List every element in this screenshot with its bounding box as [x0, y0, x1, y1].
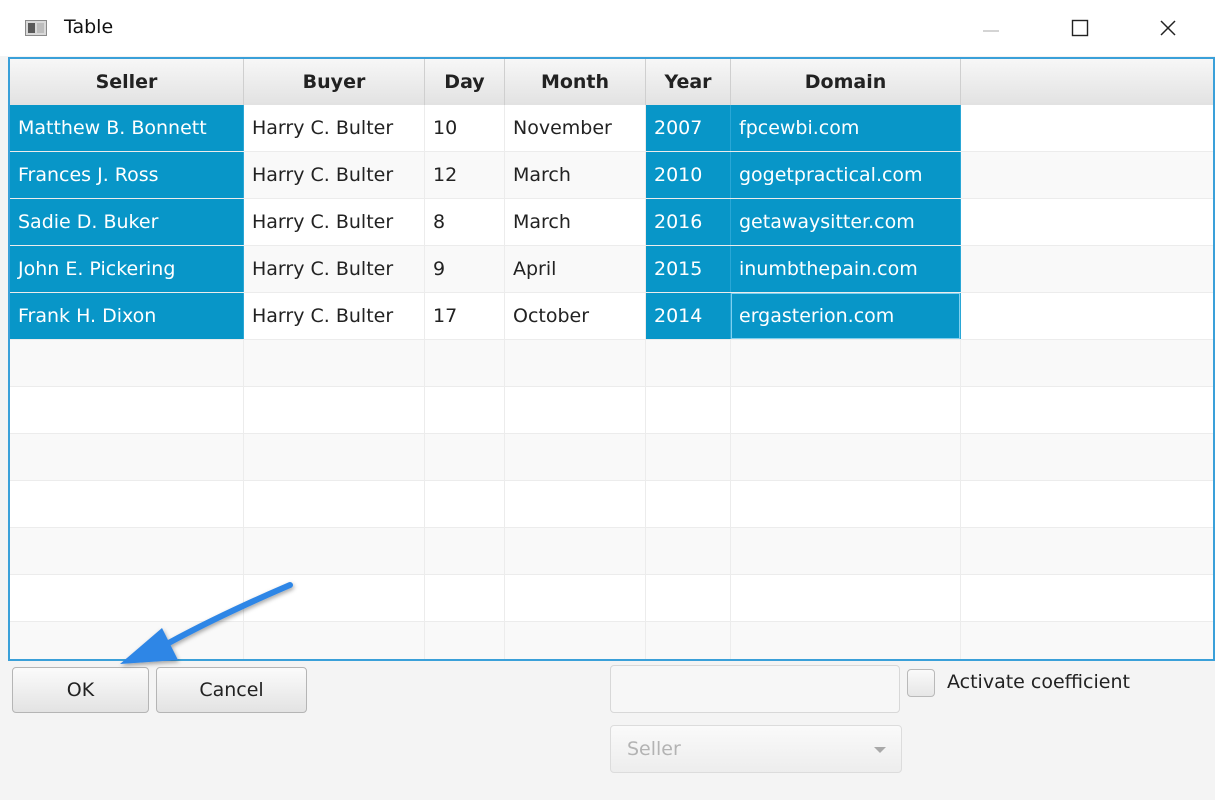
- cell-filler: [961, 105, 1213, 151]
- empty-row: [10, 575, 1213, 622]
- column-header-month[interactable]: Month: [505, 59, 646, 105]
- cell-domain[interactable]: inumbthepain.com: [731, 246, 961, 292]
- cell-month[interactable]: March: [505, 152, 646, 198]
- table-row[interactable]: Frank H. Dixon Harry C. Bulter 17 Octobe…: [10, 293, 1213, 340]
- cell-buyer[interactable]: Harry C. Bulter: [244, 246, 425, 292]
- coefficient-input[interactable]: [610, 665, 900, 713]
- cell-day[interactable]: 12: [425, 152, 505, 198]
- title-bar[interactable]: Table: [0, 0, 1215, 56]
- column-header-day[interactable]: Day: [425, 59, 505, 105]
- cell-month[interactable]: March: [505, 199, 646, 245]
- cell-domain-focused[interactable]: ergasterion.com: [731, 293, 961, 339]
- table-row[interactable]: Sadie D. Buker Harry C. Bulter 8 March 2…: [10, 199, 1213, 246]
- table-row[interactable]: Frances J. Ross Harry C. Bulter 12 March…: [10, 152, 1213, 199]
- column-select-value: Seller: [627, 738, 681, 760]
- cell-filler: [961, 199, 1213, 245]
- cell-domain[interactable]: gogetpractical.com: [731, 152, 961, 198]
- cell-year[interactable]: 2007: [646, 105, 731, 151]
- cell-buyer[interactable]: Harry C. Bulter: [244, 105, 425, 151]
- column-header-year[interactable]: Year: [646, 59, 731, 105]
- cell-seller[interactable]: Matthew B. Bonnett: [10, 105, 244, 151]
- maximize-button[interactable]: [1057, 10, 1103, 46]
- cell-year[interactable]: 2016: [646, 199, 731, 245]
- cell-day[interactable]: 9: [425, 246, 505, 292]
- empty-row: [10, 622, 1213, 659]
- cell-day[interactable]: 8: [425, 199, 505, 245]
- cell-seller[interactable]: Sadie D. Buker: [10, 199, 244, 245]
- window-title: Table: [64, 16, 114, 38]
- table-row[interactable]: John E. Pickering Harry C. Bulter 9 Apri…: [10, 246, 1213, 293]
- table-header: Seller Buyer Day Month Year Domain: [10, 59, 1213, 106]
- activate-coefficient-label: Activate coefficient: [947, 671, 1130, 693]
- cell-seller[interactable]: Frank H. Dixon: [10, 293, 244, 339]
- cell-domain[interactable]: fpcewbi.com: [731, 105, 961, 151]
- cell-month[interactable]: October: [505, 293, 646, 339]
- cell-buyer[interactable]: Harry C. Bulter: [244, 199, 425, 245]
- table-app-icon: [25, 20, 47, 36]
- data-table[interactable]: Seller Buyer Day Month Year Domain Matth…: [8, 57, 1215, 661]
- empty-row: [10, 387, 1213, 434]
- cell-domain[interactable]: getawaysitter.com: [731, 199, 961, 245]
- cancel-button[interactable]: Cancel: [156, 667, 307, 713]
- close-button[interactable]: [1145, 10, 1191, 46]
- cell-month[interactable]: April: [505, 246, 646, 292]
- cell-filler: [961, 152, 1213, 198]
- minimize-button[interactable]: [968, 10, 1014, 46]
- cell-filler: [961, 246, 1213, 292]
- cell-day[interactable]: 10: [425, 105, 505, 151]
- empty-row: [10, 481, 1213, 528]
- table-row[interactable]: Matthew B. Bonnett Harry C. Bulter 10 No…: [10, 105, 1213, 152]
- cell-year[interactable]: 2014: [646, 293, 731, 339]
- cell-seller[interactable]: John E. Pickering: [10, 246, 244, 292]
- column-header-filler: [961, 59, 1213, 105]
- cell-year[interactable]: 2015: [646, 246, 731, 292]
- column-header-buyer[interactable]: Buyer: [244, 59, 425, 105]
- column-header-seller[interactable]: Seller: [10, 59, 244, 105]
- column-select[interactable]: Seller: [610, 725, 902, 773]
- minimize-icon: [983, 30, 999, 32]
- activate-coefficient-checkbox[interactable]: [907, 669, 935, 697]
- cell-year[interactable]: 2010: [646, 152, 731, 198]
- close-icon: [1160, 20, 1176, 36]
- maximize-icon: [1071, 19, 1089, 37]
- empty-row: [10, 528, 1213, 575]
- cell-buyer[interactable]: Harry C. Bulter: [244, 293, 425, 339]
- cell-seller[interactable]: Frances J. Ross: [10, 152, 244, 198]
- cell-day[interactable]: 17: [425, 293, 505, 339]
- cell-buyer[interactable]: Harry C. Bulter: [244, 152, 425, 198]
- ok-button[interactable]: OK: [12, 667, 149, 713]
- empty-row: [10, 434, 1213, 481]
- cell-filler: [961, 293, 1213, 339]
- chevron-down-icon: [874, 747, 886, 753]
- empty-row: [10, 340, 1213, 387]
- cell-month[interactable]: November: [505, 105, 646, 151]
- column-header-domain[interactable]: Domain: [731, 59, 961, 105]
